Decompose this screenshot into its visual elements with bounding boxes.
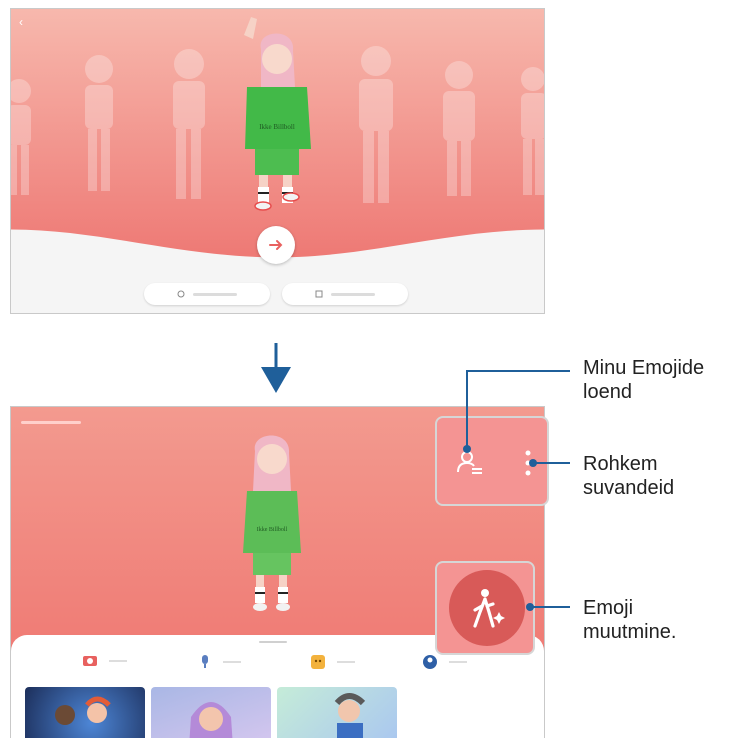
callout-edit-emoji: [435, 561, 535, 655]
flow-arrow-down-icon: [261, 343, 291, 393]
tab-voice[interactable]: [199, 655, 241, 669]
avatar-option-5: [359, 46, 393, 203]
my-emoji-list-icon[interactable]: [457, 450, 483, 476]
callout-line: [466, 370, 570, 372]
label-placeholder-bar: [109, 660, 127, 662]
tab-profile[interactable]: [423, 655, 467, 669]
avatar-option-6: [443, 61, 475, 196]
profile-icon: [423, 655, 437, 669]
label-placeholder-bar: [223, 661, 241, 663]
content-thumbnail-1[interactable]: [25, 687, 145, 738]
smile-icon: [177, 290, 185, 298]
sheet-drag-handle[interactable]: [259, 641, 287, 643]
label-placeholder-bar: [331, 292, 375, 296]
content-thumbnail-3[interactable]: [277, 687, 397, 738]
create-with-camera-button[interactable]: [144, 283, 270, 305]
sticker-icon: [311, 655, 325, 669]
arrow-right-icon: [269, 240, 283, 250]
label-placeholder-bar: [193, 292, 237, 296]
person-sparkle-icon: [473, 589, 505, 628]
label-placeholder-bar: [337, 661, 355, 663]
svg-text:Ikke Billboll: Ikke Billboll: [259, 123, 295, 131]
selected-avatar: Ikke Billboll: [244, 17, 311, 211]
tab-stickers[interactable]: [311, 655, 355, 669]
avatar-option-2: [85, 55, 113, 191]
callout-line: [531, 606, 570, 608]
avatar-carousel[interactable]: Ikke Billboll: [11, 9, 545, 219]
create-from-image-button[interactable]: [282, 283, 408, 305]
label-placeholder-bar: [449, 661, 467, 663]
avatar-selection-screen: ‹ Ikke Billboll: [10, 8, 545, 314]
current-emoji-avatar[interactable]: Ikke Billboll: [231, 427, 311, 627]
callout-label-edit-emoji: Emoji muutmine.: [583, 597, 677, 643]
edit-emoji-button[interactable]: [449, 570, 525, 646]
microphone-icon: [202, 655, 208, 668]
callout-label-more-options: Rohkem suvandeid: [583, 453, 675, 499]
tab-camera[interactable]: [83, 655, 127, 667]
image-icon: [315, 290, 323, 298]
svg-text:Ikke Billboll: Ikke Billboll: [257, 527, 288, 533]
thumbnail-avatar: [334, 693, 366, 738]
camera-icon: [83, 656, 97, 666]
callout-label-emoji-list: Minu Emojide loend: [583, 357, 705, 403]
avatar-option-7: [521, 67, 544, 195]
callout-line: [466, 371, 468, 449]
header-placeholder-bar: [21, 421, 81, 424]
thumbnail-avatar: [189, 702, 233, 738]
next-button[interactable]: [257, 226, 295, 264]
avatar-option-1: [11, 79, 31, 195]
thumbnail-avatars: [55, 696, 111, 725]
callout-line: [534, 462, 570, 464]
avatar-option-3: [173, 49, 205, 199]
content-thumbnail-2[interactable]: [151, 687, 271, 738]
